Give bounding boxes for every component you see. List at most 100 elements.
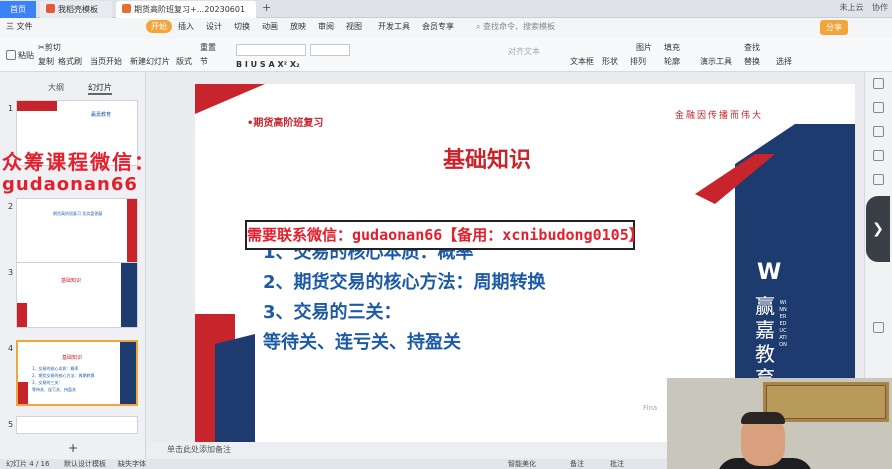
format-painter-label: 格式刷: [58, 57, 82, 66]
thumb-decoration: [127, 199, 137, 263]
thumb1-brand: 赢嘉教育: [91, 112, 112, 118]
collapse-arrow-icon[interactable]: ❯: [866, 196, 890, 262]
comments-toggle[interactable]: 批注: [610, 459, 624, 469]
new-slide-button[interactable]: 新建幻灯片: [130, 56, 170, 67]
section-label: 节: [200, 57, 208, 66]
menu-insert[interactable]: 插入: [178, 21, 194, 32]
missing-font-button[interactable]: 缺失字体: [118, 459, 146, 469]
arrange-button[interactable]: 排列: [630, 56, 646, 67]
tab-document[interactable]: 期货高阶班复习+...20230601: [116, 1, 256, 18]
menu-bar: 三 文件 开始 插入 设计 切换 动画 放映 审阅 视图 开发工具 会员专享 ⌕…: [0, 18, 892, 38]
slide-number-4: 4: [8, 344, 14, 353]
select-button[interactable]: 选择: [776, 56, 792, 67]
sidebar-tool-icon[interactable]: [873, 322, 884, 333]
section-button[interactable]: 节: [200, 56, 208, 67]
contact-banner: 需要联系微信：gudaonan66【备用：xcnibudong0105】: [245, 220, 644, 250]
presentation-tools-button[interactable]: 演示工具: [700, 56, 732, 67]
ribbon-toolbar: 粘贴 ✂剪切 复制 格式刷 当页开始 新建幻灯片 版式 节 重置 B I U S…: [0, 38, 892, 72]
slide-tag: •期货高阶班复习: [247, 118, 324, 129]
reset-button[interactable]: 重置: [200, 42, 216, 53]
text-format-buttons[interactable]: B I U S A X² X₂: [236, 60, 300, 69]
arrange-label: 排列: [630, 57, 646, 66]
menu-transition[interactable]: 切换: [234, 21, 250, 32]
replace-label: 替换: [744, 57, 760, 66]
slide-thumbnail-2[interactable]: 期货高阶班复习 及实盘答疑: [16, 198, 138, 264]
paste-button[interactable]: 粘贴: [6, 50, 34, 61]
slide-title: 基础知识: [443, 148, 532, 173]
fill-button[interactable]: 填充: [664, 42, 680, 53]
align-text-button[interactable]: 对齐文本: [508, 46, 540, 57]
start-current-button[interactable]: 当页开始: [90, 56, 122, 67]
notes-area[interactable]: 单击此处添加备注: [147, 442, 667, 458]
tab-outline[interactable]: 大纲: [48, 82, 64, 93]
layout-button[interactable]: 版式: [176, 56, 192, 67]
new-tab-icon[interactable]: +: [262, 1, 271, 14]
add-slide-button[interactable]: +: [68, 441, 78, 455]
share-button[interactable]: 分享: [820, 20, 848, 35]
font-size-select[interactable]: [310, 44, 350, 56]
menu-start[interactable]: 开始: [146, 20, 172, 33]
menu-animation[interactable]: 动画: [262, 21, 278, 32]
slide-thumbnail-3[interactable]: 基础知识: [16, 262, 138, 328]
slide-number-5: 5: [8, 420, 14, 429]
presentation-tools-label: 演示工具: [700, 57, 732, 66]
menu-view[interactable]: 视图: [346, 21, 362, 32]
tab-docer-templates[interactable]: 我稻壳模板: [40, 1, 112, 18]
picture-button[interactable]: 图片: [636, 42, 652, 53]
format-painter-button[interactable]: 格式刷: [58, 56, 82, 67]
replace-button[interactable]: 替换: [744, 56, 760, 67]
menu-slideshow[interactable]: 放映: [290, 21, 306, 32]
align-text-label: 对齐文本: [508, 47, 540, 56]
slide-thumbnail-pane: 大纲 幻灯片 1 赢嘉教育 2 期货高阶班复习 及实盘答疑 3 基础知识 4 基…: [0, 72, 146, 460]
menu-review[interactable]: 审阅: [318, 21, 334, 32]
find-button[interactable]: 查找: [744, 42, 760, 53]
layout-label: 版式: [176, 57, 192, 66]
collab-button[interactable]: 协作: [872, 3, 888, 12]
thumb4-line: 2、期货交易的核心方法：周期转换: [32, 373, 95, 378]
menu-member[interactable]: 会员专享: [422, 21, 454, 32]
theme-name[interactable]: 默认设计模板: [64, 459, 106, 469]
slide-footer: Fina: [643, 404, 658, 412]
webcam-overlay: [667, 378, 892, 469]
outline-button[interactable]: 轮廓: [664, 56, 680, 67]
notes-placeholder: 单击此处添加备注: [167, 445, 231, 454]
search-input[interactable]: ⌕ 查找命令、搜索模板: [476, 21, 576, 35]
search-placeholder: 查找命令、搜索模板: [483, 22, 556, 31]
thumb-decoration: [120, 342, 136, 404]
slide-counter: 幻灯片 4 / 16: [6, 460, 50, 468]
copy-button[interactable]: 复制: [38, 56, 54, 67]
slide-thumbnail-5[interactable]: [16, 416, 138, 434]
menu-design[interactable]: 设计: [206, 21, 222, 32]
title-bar: 首页 我稻壳模板 期货高阶班复习+...20230601 + 未上云 协作: [0, 0, 892, 18]
smart-beautify-button[interactable]: 智能美化: [508, 459, 536, 469]
font-name-select[interactable]: [236, 44, 306, 56]
sidebar-tool-icon[interactable]: [873, 150, 884, 161]
cloud-status[interactable]: 未上云: [839, 3, 863, 12]
tab-home[interactable]: 首页: [0, 1, 36, 18]
new-slide-label: 新建幻灯片: [130, 57, 170, 66]
slide-number-3: 3: [8, 268, 14, 277]
file-menu[interactable]: 三 文件: [6, 21, 33, 32]
find-label: 查找: [744, 43, 760, 52]
picture-label: 图片: [636, 43, 652, 52]
sidebar-tool-icon[interactable]: [873, 78, 884, 89]
textbox-label: 文本框: [570, 57, 594, 66]
notes-toggle[interactable]: 备注: [570, 459, 584, 469]
tab-slides[interactable]: 幻灯片: [88, 82, 112, 95]
menu-developer[interactable]: 开发工具: [378, 21, 410, 32]
sidebar-tool-icon[interactable]: [873, 126, 884, 137]
thumb-decoration: [121, 263, 137, 327]
slide-logo-cn: 赢嘉教育: [755, 294, 775, 390]
sidebar-tool-icon[interactable]: [873, 102, 884, 113]
cut-label: 剪切: [44, 43, 61, 52]
slide-slogan: 金融因传播而伟大: [675, 111, 764, 121]
textbox-button[interactable]: 文本框: [570, 56, 594, 67]
sidebar-tool-icon[interactable]: [873, 174, 884, 185]
slide-line-2: 2、期货交易的核心方法：周期转换: [263, 272, 546, 293]
slide-thumbnail-4[interactable]: 基础知识 1、交易的核心本质：概率 2、期货交易的核心方法：周期转换 3、交易的…: [16, 340, 138, 406]
cut-icon: ✂: [38, 43, 45, 52]
logo-w-icon: W: [757, 260, 782, 285]
cut-button[interactable]: ✂剪切: [38, 42, 61, 53]
shape-button[interactable]: 形状: [602, 56, 618, 67]
watermark-line-2: gudaonan66: [2, 174, 138, 195]
